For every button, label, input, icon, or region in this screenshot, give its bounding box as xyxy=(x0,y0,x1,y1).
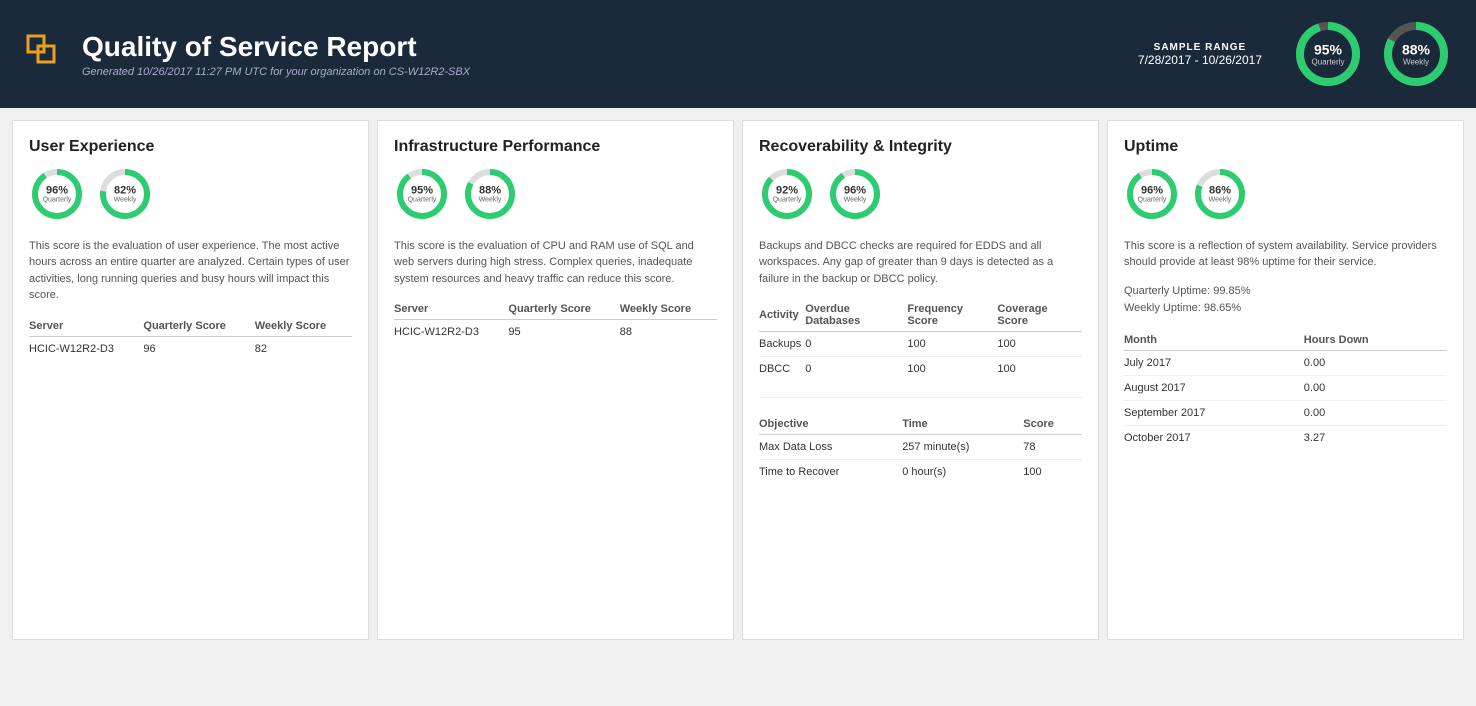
ux-weekly-donut: 82% Weekly xyxy=(97,166,153,222)
uptime-title: Uptime xyxy=(1124,137,1447,158)
table-row: HCIC-W12R2-D39588 xyxy=(394,320,717,345)
user-experience-section: User Experience 96% Quarterly xyxy=(12,120,369,640)
uptime-weekly-gauge: 86% Weekly xyxy=(1192,166,1248,222)
header-quarterly-label: 95% Quarterly xyxy=(1312,42,1345,67)
infra-gauges: 95% Quarterly 88% Weekly xyxy=(394,166,717,222)
table-row: HCIC-W12R2-D39682 xyxy=(29,336,352,361)
header-quarterly-donut: 95% Quarterly xyxy=(1292,18,1364,90)
sample-range-dates: 7/28/2017 - 10/26/2017 xyxy=(1138,53,1262,67)
header-title: Quality of Service Report Generated 10/2… xyxy=(82,31,470,78)
header-weekly-label: 88% Weekly xyxy=(1402,42,1430,67)
uptime-gauges: 96% Quarterly 86% Weekly xyxy=(1124,166,1447,222)
header-left: Quality of Service Report Generated 10/2… xyxy=(24,31,470,78)
recoverability-section: Recoverability & Integrity 92% Quarterly xyxy=(742,120,1099,640)
rec-weekly-gauge: 96% Weekly xyxy=(827,166,883,222)
header-right: SAMPLE RANGE 7/28/2017 - 10/26/2017 95% … xyxy=(1138,18,1452,90)
main-content: User Experience 96% Quarterly xyxy=(0,108,1476,652)
infra-desc: This score is the evaluation of CPU and … xyxy=(394,238,717,288)
table-row: October 20173.27 xyxy=(1124,425,1447,450)
sample-range-label: SAMPLE RANGE xyxy=(1138,42,1262,53)
rec-quarterly-gauge: 92% Quarterly xyxy=(759,166,815,222)
table-row: Time to Recover0 hour(s)100 xyxy=(759,460,1082,485)
ux-desc: This score is the evaluation of user exp… xyxy=(29,238,352,304)
infra-col-server: Server xyxy=(394,299,508,320)
infra-weekly-gauge: 88% Weekly xyxy=(462,166,518,222)
ux-quarterly-gauge: 96% Quarterly xyxy=(29,166,85,222)
rec-gauges: 92% Quarterly 96% Weekly xyxy=(759,166,1082,222)
header-gauges: 95% Quarterly 88% Weekly xyxy=(1292,18,1452,90)
table-row: Backups0100100 xyxy=(759,332,1082,357)
ux-quarterly-donut: 96% Quarterly xyxy=(29,166,85,222)
table-row: DBCC0100100 xyxy=(759,357,1082,382)
rec-objective-table: Objective Time Score Max Data Loss257 mi… xyxy=(759,414,1082,484)
header: Quality of Service Report Generated 10/2… xyxy=(0,0,1476,108)
table-row: July 20170.00 xyxy=(1124,350,1447,375)
uptime-desc: This score is a reflection of system ava… xyxy=(1124,238,1447,271)
report-title: Quality of Service Report xyxy=(82,31,470,63)
infra-title: Infrastructure Performance xyxy=(394,137,717,158)
header-weekly-donut: 88% Weekly xyxy=(1380,18,1452,90)
ux-col-quarterly: Quarterly Score xyxy=(143,316,254,337)
ux-weekly-gauge: 82% Weekly xyxy=(97,166,153,222)
sample-range: SAMPLE RANGE 7/28/2017 - 10/26/2017 xyxy=(1138,42,1262,67)
table-row: September 20170.00 xyxy=(1124,400,1447,425)
uptime-section: Uptime 96% Quarterly xyxy=(1107,120,1464,640)
rec-title: Recoverability & Integrity xyxy=(759,137,1082,158)
table-row: August 20170.00 xyxy=(1124,375,1447,400)
rec-desc: Backups and DBCC checks are required for… xyxy=(759,238,1082,288)
infra-table: Server Quarterly Score Weekly Score HCIC… xyxy=(394,299,717,344)
infra-quarterly-gauge: 95% Quarterly xyxy=(394,166,450,222)
ux-title: User Experience xyxy=(29,137,352,158)
infra-col-weekly: Weekly Score xyxy=(620,299,717,320)
uptime-table: Month Hours Down July 20170.00August 201… xyxy=(1124,330,1447,450)
header-quarterly-gauge: 95% Quarterly xyxy=(1292,18,1364,90)
ux-gauges: 96% Quarterly 82% Weekly xyxy=(29,166,352,222)
ux-col-server: Server xyxy=(29,316,143,337)
report-subtitle: Generated 10/26/2017 11:27 PM UTC for yo… xyxy=(82,66,470,78)
uptime-quarterly-gauge: 96% Quarterly xyxy=(1124,166,1180,222)
ux-col-weekly: Weekly Score xyxy=(255,316,352,337)
header-weekly-gauge: 88% Weekly xyxy=(1380,18,1452,90)
ux-table: Server Quarterly Score Weekly Score HCIC… xyxy=(29,316,352,361)
infrastructure-section: Infrastructure Performance 95% Quarterly xyxy=(377,120,734,640)
uptime-stats: Quarterly Uptime: 99.85% Weekly Uptime: … xyxy=(1124,283,1447,318)
infra-col-quarterly: Quarterly Score xyxy=(508,299,619,320)
table-row: Max Data Loss257 minute(s)78 xyxy=(759,435,1082,460)
rec-activity-table: Activity Overdue Databases Frequency Sco… xyxy=(759,299,1082,381)
logo-icon xyxy=(24,32,68,76)
